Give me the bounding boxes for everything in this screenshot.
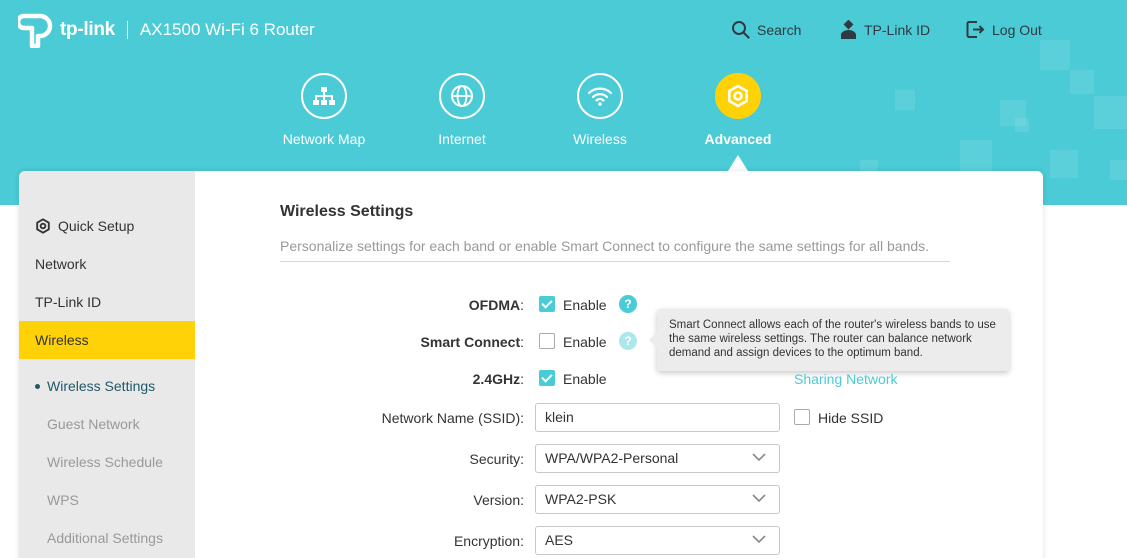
gear-icon — [36, 218, 50, 234]
encryption-select[interactable]: AES — [535, 526, 780, 555]
decor-pixel — [1110, 160, 1127, 180]
wifi-icon — [577, 73, 623, 119]
band-enable-checkbox[interactable] — [539, 370, 555, 386]
nav-wireless-label: Wireless — [573, 131, 627, 147]
ofdma-label: OFDMA: — [468, 297, 524, 313]
encryption-value: AES — [545, 532, 574, 548]
sidebar-item-wireless[interactable]: Wireless — [19, 321, 195, 359]
section-title: Wireless Settings — [280, 203, 414, 220]
globe-icon — [439, 73, 485, 119]
brand-name: tp-link — [60, 19, 115, 40]
decor-pixel — [1070, 70, 1094, 94]
sidebar-item-network[interactable]: Network — [19, 245, 195, 283]
smart-connect-tooltip: Smart Connect allows each of the router'… — [649, 309, 1009, 371]
nav-network-map[interactable]: Network Map — [254, 73, 394, 147]
security-select[interactable]: WPA/WPA2-Personal — [535, 444, 780, 473]
version-value: WPA2-PSK — [545, 491, 617, 507]
search-label: Search — [757, 21, 802, 38]
logout-button[interactable]: Log Out — [966, 20, 1042, 39]
decor-pixel — [895, 90, 915, 110]
nav-advanced[interactable]: Advanced — [668, 73, 808, 147]
sidebar-sub-label: Additional Settings — [47, 530, 163, 546]
sidebar-item-label: Quick Setup — [58, 218, 135, 234]
chevron-down-icon — [752, 494, 766, 503]
sidebar-sub-wireless-settings[interactable]: Wireless Settings — [19, 367, 195, 405]
ssid-input[interactable]: klein — [535, 403, 780, 432]
decor-pixel — [960, 140, 992, 172]
nav-wireless[interactable]: Wireless — [530, 73, 670, 147]
tplink-id-label: TP-Link ID — [864, 22, 931, 38]
band-enable-label: Enable — [563, 371, 607, 387]
ofdma-help-icon[interactable]: ? — [619, 295, 637, 313]
security-label: Security: — [469, 451, 524, 467]
ofdma-checkbox[interactable] — [539, 296, 555, 312]
logout-icon — [966, 21, 985, 38]
smart-connect-label: Smart Connect: — [420, 334, 524, 350]
sharing-network-link[interactable]: Sharing Network — [794, 371, 898, 387]
sidebar-sub-additional-settings[interactable]: Additional Settings — [19, 519, 195, 557]
logo-divider — [126, 21, 128, 39]
sidebar-item-label: TP-Link ID — [35, 294, 102, 310]
decor-pixel — [1094, 96, 1127, 129]
nav-advanced-label: Advanced — [704, 131, 772, 147]
nav-network-map-label: Network Map — [282, 131, 366, 147]
nav-internet[interactable]: Internet — [392, 73, 532, 147]
gear-icon — [715, 73, 761, 119]
smart-connect-help-icon[interactable]: ? — [619, 332, 637, 350]
band-label: 2.4GHz: — [472, 371, 524, 387]
hide-ssid-checkbox[interactable] — [794, 409, 810, 425]
smart-connect-enable-label: Enable — [563, 334, 607, 350]
chevron-down-icon — [752, 453, 766, 462]
main-panel: Quick Setup Network TP-Link ID Wireless … — [19, 171, 1043, 558]
decor-pixel — [1050, 150, 1078, 178]
search-button[interactable]: Search — [731, 20, 801, 39]
sidebar-sub-wps[interactable]: WPS — [19, 481, 195, 519]
search-icon — [732, 21, 750, 39]
network-map-icon — [301, 73, 347, 119]
tplink-logo[interactable]: tp-link AX1500 Wi-Fi 6 Router — [18, 12, 315, 48]
sidebar-sub-guest-network[interactable]: Guest Network — [19, 405, 195, 443]
version-select[interactable]: WPA2-PSK — [535, 485, 780, 514]
active-nav-pointer — [728, 155, 748, 171]
model-name: AX1500 Wi-Fi 6 Router — [139, 20, 315, 39]
tplink-id-button[interactable]: TP-Link ID — [840, 20, 930, 40]
smart-connect-checkbox[interactable] — [539, 333, 555, 349]
ssid-label: Network Name (SSID): — [381, 410, 524, 426]
sidebar-sub-label: WPS — [47, 492, 79, 508]
sidebar: Quick Setup Network TP-Link ID Wireless … — [19, 171, 195, 558]
sidebar-item-label: Wireless — [35, 332, 89, 348]
encryption-label: Encryption: — [453, 533, 524, 549]
sidebar-sub-label: Guest Network — [47, 416, 140, 432]
decor-pixel — [1040, 40, 1070, 70]
section-divider — [280, 261, 950, 262]
user-id-icon — [841, 20, 856, 39]
tplink-logo-icon — [18, 13, 53, 48]
nav-internet-label: Internet — [438, 131, 486, 147]
content-area: Wireless Settings Personalize settings f… — [195, 171, 1043, 558]
hide-ssid-label: Hide SSID — [818, 410, 884, 426]
sidebar-item-label: Network — [35, 256, 87, 272]
sidebar-item-tplink-id[interactable]: TP-Link ID — [19, 283, 195, 321]
sidebar-sub-label: Wireless Schedule — [47, 454, 163, 470]
security-value: WPA/WPA2-Personal — [545, 450, 679, 466]
logout-label: Log Out — [992, 21, 1042, 38]
sidebar-item-quick-setup[interactable]: Quick Setup — [19, 207, 195, 245]
chevron-down-icon — [752, 535, 766, 544]
section-description: Personalize settings for each band or en… — [280, 238, 930, 254]
decor-pixel — [1015, 118, 1029, 132]
sidebar-sub-label: Wireless Settings — [47, 378, 156, 394]
ofdma-enable-label: Enable — [563, 297, 607, 313]
version-label: Version: — [473, 492, 524, 508]
sidebar-sub-wireless-schedule[interactable]: Wireless Schedule — [19, 443, 195, 481]
